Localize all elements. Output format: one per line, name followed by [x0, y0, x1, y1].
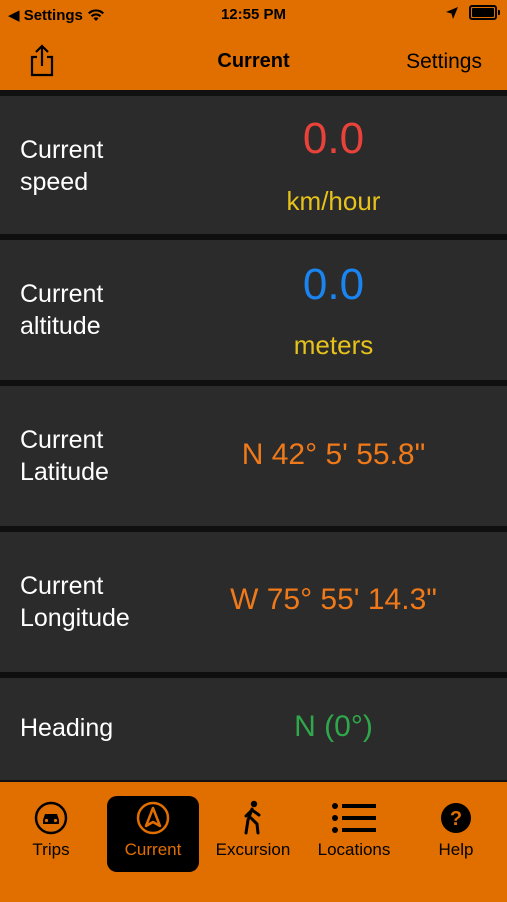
heading-label: Heading: [20, 714, 114, 742]
walking-person-icon: [244, 800, 261, 835]
tab-help[interactable]: ? Help: [410, 796, 502, 872]
svg-text:?: ?: [450, 808, 462, 830]
nav-bar: Current Settings: [0, 30, 507, 96]
status-bar: ◀ Settings 12:55 PM: [0, 0, 507, 30]
altitude-value: 0.0: [302, 260, 365, 309]
longitude-label: Current Longitude: [20, 572, 130, 632]
settings-button[interactable]: Settings: [406, 50, 482, 74]
longitude-value: W 75° 55' 14.3": [230, 583, 437, 616]
tab-current[interactable]: Current: [107, 796, 199, 872]
speed-value: 0.0: [302, 114, 365, 163]
heading-row: Heading N (0°): [0, 678, 507, 780]
readings-list: Current speed 0.0 km/hour Current altitu…: [0, 96, 507, 780]
latitude-row: Current Latitude N 42° 5' 55.8": [0, 386, 507, 532]
status-time: 12:55 PM: [220, 6, 287, 23]
tab-help-label: Help: [438, 840, 474, 859]
tab-locations-label: Locations: [317, 840, 391, 859]
car-icon: [34, 801, 68, 835]
tab-excursion[interactable]: Excursion: [207, 796, 299, 872]
battery-icon: [469, 5, 500, 20]
speed-unit: km/hour: [286, 186, 381, 216]
tab-locations[interactable]: Locations: [308, 796, 400, 872]
compass-arrow-icon: [136, 801, 170, 835]
tab-trips-label: Trips: [32, 840, 70, 859]
altitude-unit: meters: [293, 330, 374, 360]
tab-excursion-label: Excursion: [215, 840, 291, 859]
location-arrow-icon: [446, 6, 458, 19]
help-icon: ?: [441, 803, 471, 833]
altitude-label: Current altitude: [20, 280, 104, 340]
speed-label: Current speed: [20, 136, 104, 196]
tab-bar: Trips Current Excursion Locations ? Help: [0, 780, 507, 902]
speed-row: Current speed 0.0 km/hour: [0, 96, 507, 240]
tab-current-label: Current: [124, 840, 182, 859]
heading-value: N (0°): [294, 710, 373, 743]
latitude-label: Current Latitude: [20, 426, 109, 486]
longitude-row: Current Longitude W 75° 55' 14.3": [0, 532, 507, 678]
tab-trips[interactable]: Trips: [5, 796, 97, 872]
list-icon: [332, 803, 376, 833]
latitude-value: N 42° 5' 55.8": [241, 438, 426, 471]
altitude-row: Current altitude 0.0 meters: [0, 240, 507, 386]
